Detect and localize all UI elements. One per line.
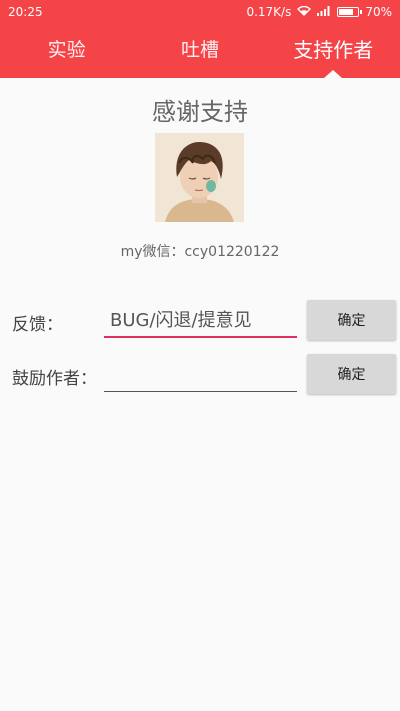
network-speed: 0.17K/s [246,5,292,19]
tab-support-author[interactable]: 支持作者 [267,24,400,78]
feedback-input[interactable] [104,304,297,338]
encourage-confirm-button[interactable]: 确定 [307,354,396,394]
feedback-confirm-button[interactable]: 确定 [307,300,396,340]
author-avatar [155,133,244,222]
encourage-input[interactable] [104,358,297,392]
encourage-label: 鼓励作者： [12,369,97,389]
feedback-label: 反馈： [12,315,63,335]
battery-percent: 70% [365,5,392,19]
status-time: 20:25 [8,5,43,19]
page-title: 感谢支持 [152,98,248,126]
wechat-id: my微信：ccy01220122 [120,244,280,260]
wifi-icon [297,0,312,24]
status-right: 0.17K/s 70% [246,0,392,24]
encourage-row: 鼓励作者： 确定 [0,354,400,396]
app-bar: 20:25 0.17K/s 70% 实验 吐槽 支持作者 [0,0,400,78]
signal-icon [317,0,331,24]
tab-experiment[interactable]: 实验 [0,24,133,78]
active-tab-indicator [324,70,343,78]
status-bar: 20:25 0.17K/s 70% [0,0,400,24]
tab-complaints[interactable]: 吐槽 [133,24,266,78]
feedback-row: 反馈： 确定 [0,300,400,342]
main-content: 感谢支持 my微信：ccy01220122 反馈： 确定 鼓励作者 [0,78,400,711]
battery-icon [337,7,363,17]
tab-bar: 实验 吐槽 支持作者 [0,24,400,78]
tab-support-author-label: 支持作者 [293,38,374,62]
